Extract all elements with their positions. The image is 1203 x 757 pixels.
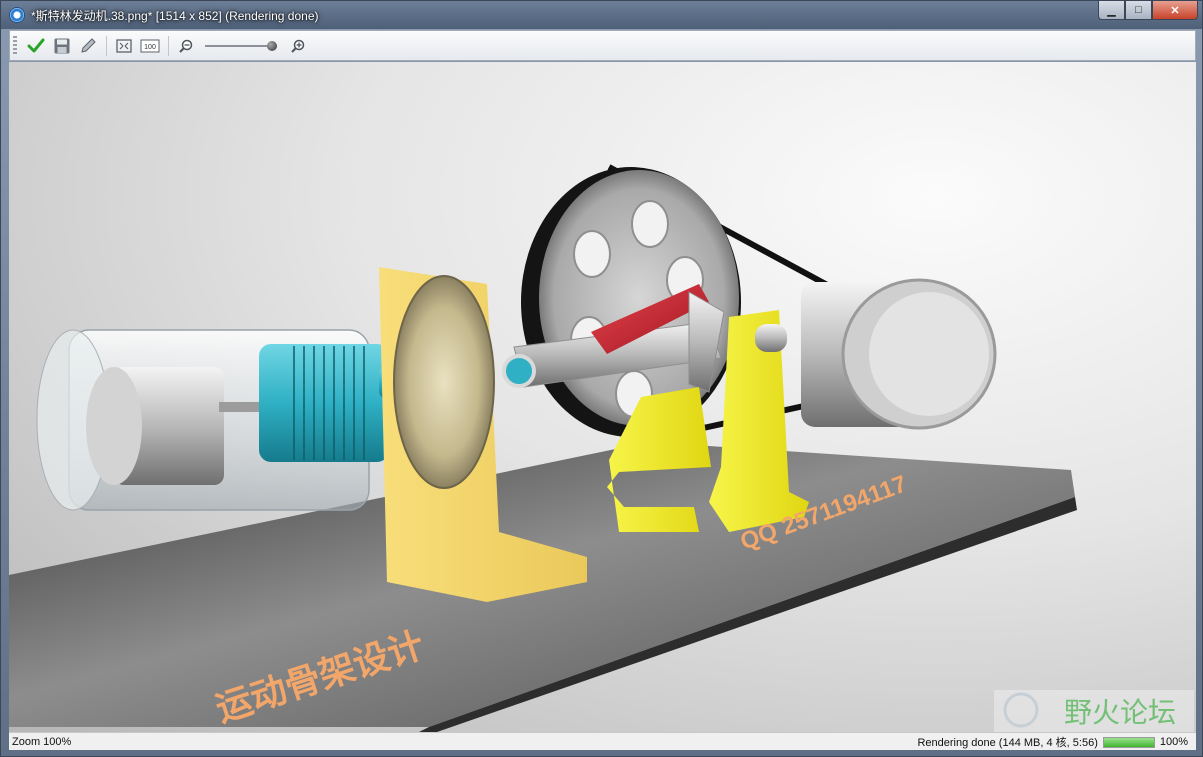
watermark-text: 野火论坛 [1064, 696, 1176, 729]
checkmark-icon[interactable] [25, 35, 47, 57]
teal-pivot [502, 354, 536, 388]
status-zoom: Zoom 100% [12, 735, 72, 748]
save-icon[interactable] [51, 35, 73, 57]
status-right: Rendering done (144 MB, 4 核, 5:56) 100% [917, 733, 1190, 751]
render-progress-bar [1102, 736, 1155, 748]
toolbar-separator [168, 35, 169, 56]
image-viewer-window: *斯特林发动机.38.png* [1514 x 852] (Rendering … [0, 0, 1203, 757]
bronze-disc [393, 275, 495, 489]
window-controls: ▁ □ ✕ [1098, 1, 1198, 21]
toolbar-grip[interactable] [13, 35, 17, 56]
toolbar: 100 [9, 30, 1196, 61]
watermark: 野火论坛 [994, 690, 1194, 732]
zoom-slider-thumb[interactable] [267, 40, 277, 51]
render-progress-fill [1103, 737, 1154, 747]
render-viewport[interactable]: QQ 2571194117 运动骨架设计 野火论坛 [9, 62, 1196, 732]
status-bar: Zoom 100% Rendering done (144 MB, 4 核, 5… [9, 732, 1196, 750]
rendered-image: QQ 2571194117 运动骨架设计 野火论坛 [9, 164, 1194, 732]
right-shaft [755, 324, 787, 352]
app-icon [9, 7, 25, 23]
displacer-piston-face [86, 367, 142, 485]
close-button[interactable]: ✕ [1152, 1, 1198, 20]
zoom-slider[interactable] [205, 38, 283, 54]
window-title: *斯特林发动机.38.png* [1514 x 852] (Rendering … [31, 8, 319, 23]
zoom-out-icon[interactable] [175, 35, 197, 57]
title-bar[interactable]: *斯特林发动机.38.png* [1514 x 852] (Rendering … [1, 1, 1202, 29]
status-progress-label: 100% [1159, 736, 1188, 748]
minimize-button[interactable]: ▁ [1098, 1, 1125, 20]
pencil-icon[interactable] [77, 35, 99, 57]
status-render-state: Rendering done (144 MB, 4 核, 5:56) [917, 737, 1098, 749]
motor-end-face [869, 292, 989, 416]
zoom-in-icon[interactable] [287, 35, 309, 57]
actual-size-icon[interactable]: 100 [139, 35, 161, 57]
fit-screen-icon[interactable] [113, 35, 135, 57]
actual-size-label: 100 [144, 44, 156, 51]
toolbar-separator [106, 35, 107, 56]
maximize-button[interactable]: □ [1125, 1, 1152, 20]
